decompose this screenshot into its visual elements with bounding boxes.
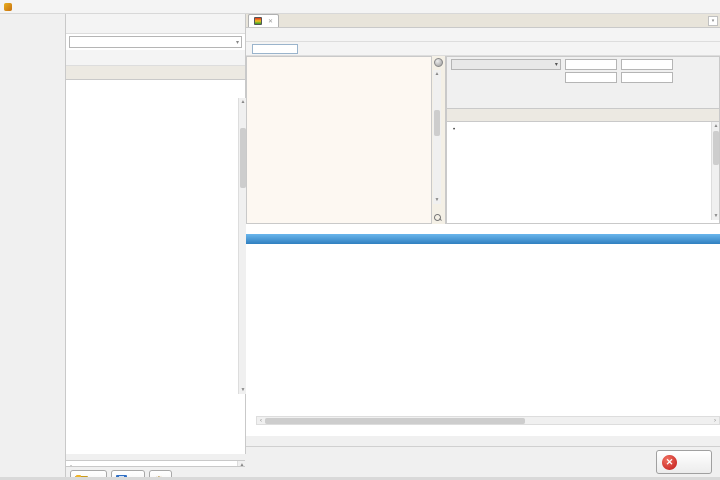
tab-close-icon[interactable]: ✕ xyxy=(268,18,273,25)
soft-min-input[interactable] xyxy=(565,59,617,70)
scroll-up-icon[interactable]: ▲ xyxy=(712,122,720,130)
table-cube-icon xyxy=(254,17,262,25)
table-title xyxy=(246,224,720,234)
scroll-up-icon[interactable]: ▲ xyxy=(433,70,441,78)
adjust-input[interactable] xyxy=(252,44,298,54)
close-red-icon: ✕ xyxy=(662,455,677,470)
info-tabs xyxy=(447,109,719,122)
graph-splitter[interactable]: ▲ ▼ xyxy=(432,56,446,224)
spark-table-pane: ‹ › xyxy=(246,224,720,436)
scrollbar-thumb[interactable] xyxy=(434,110,440,136)
maximize-button[interactable] xyxy=(680,1,698,13)
table-toolbar-row1 xyxy=(246,28,720,42)
title-bar xyxy=(0,0,720,14)
info-column: ▾ • ▲ ▼ xyxy=(446,56,720,224)
tab-b5101[interactable]: ✕ xyxy=(248,14,279,27)
document-area: ✕ ▾ ▲ ▼ ▾ xyxy=(246,14,720,480)
hard-max-input[interactable] xyxy=(621,72,673,83)
table-toolbar-row2 xyxy=(246,42,720,56)
soft-max-input[interactable] xyxy=(621,59,673,70)
left-nav xyxy=(0,14,66,480)
chevron-down-icon: ▾ xyxy=(236,39,239,46)
scroll-down-icon[interactable]: ▼ xyxy=(712,212,720,220)
x-axis-title xyxy=(246,234,720,244)
search-combo[interactable]: ▾ xyxy=(69,36,242,48)
tree-panel: ▾ ▲ ▼ • ▲ ▼ ▾ ▾ ⚙ xyxy=(66,14,246,454)
hard-min-input[interactable] xyxy=(565,72,617,83)
bottom-bar: ✕ xyxy=(246,446,720,480)
scrollbar-thumb[interactable] xyxy=(713,131,719,165)
app-icon xyxy=(4,3,12,11)
splitter-knob-icon[interactable] xyxy=(434,58,443,67)
info-description: • ▲ ▼ xyxy=(447,122,719,222)
magnifier-icon[interactable] xyxy=(434,214,442,222)
units-select[interactable]: ▾ xyxy=(451,59,561,70)
document-tab-bar: ✕ ▾ xyxy=(246,14,720,28)
table-horizontal-scrollbar[interactable]: ‹ › xyxy=(256,416,720,425)
scrollbar-thumb[interactable] xyxy=(265,418,525,424)
surface-chart xyxy=(247,57,431,223)
info-scrollbar[interactable]: ▲ ▼ xyxy=(711,122,719,220)
tree-tabs xyxy=(66,66,245,80)
tree-toolbar-bottom xyxy=(66,50,245,66)
minimize-button[interactable] xyxy=(662,1,680,13)
close-button[interactable]: ✕ xyxy=(656,450,712,474)
surface-chart-pane[interactable] xyxy=(246,56,432,224)
scroll-down-icon[interactable]: ▼ xyxy=(433,196,441,204)
chevron-down-icon: ▾ xyxy=(555,61,558,68)
display-units-box: ▾ xyxy=(447,57,719,109)
close-window-button[interactable] xyxy=(698,1,716,13)
tree-scrollbar[interactable]: ▲ ▼ xyxy=(238,98,246,394)
tree-toolbar-top xyxy=(66,14,245,34)
tab-list-dropdown[interactable]: ▾ xyxy=(708,16,718,26)
scroll-left-icon[interactable]: ‹ xyxy=(257,417,265,425)
graph-scrollbar[interactable]: ▲ ▼ xyxy=(433,70,441,204)
scroll-right-icon[interactable]: › xyxy=(711,417,719,425)
